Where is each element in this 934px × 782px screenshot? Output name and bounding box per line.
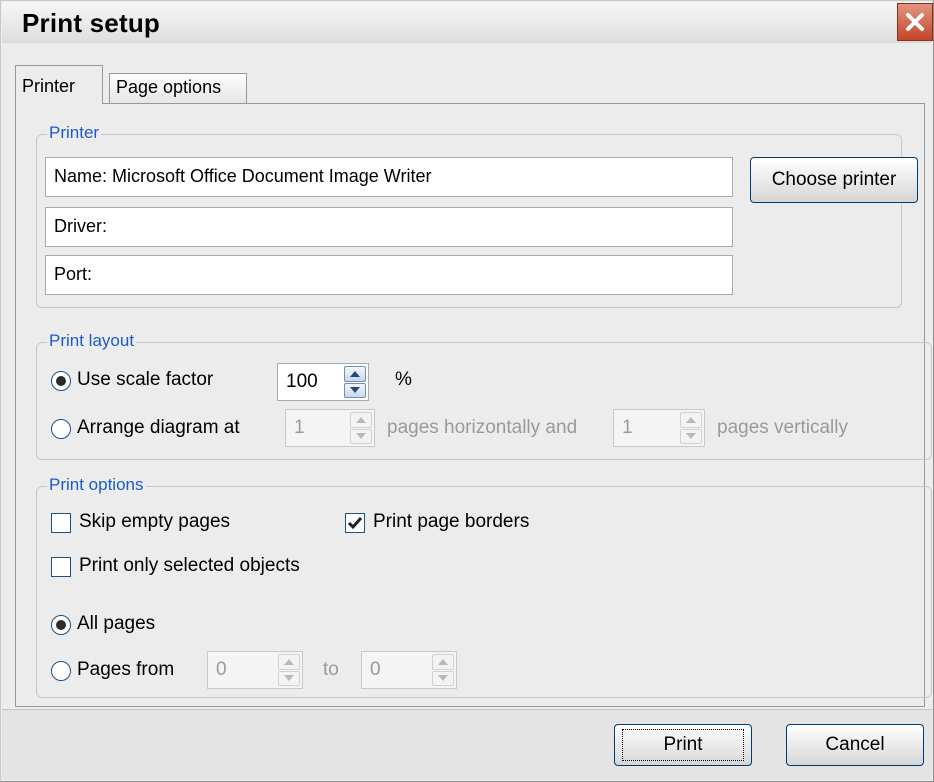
pages-horizontally-label: pages horizontally and bbox=[387, 417, 578, 438]
all-pages-label: All pages bbox=[77, 613, 156, 634]
vertical-pages-arrows bbox=[680, 412, 702, 444]
close-button[interactable] bbox=[897, 3, 933, 41]
arrow-down-icon bbox=[438, 675, 448, 682]
radio-selected-dot bbox=[56, 620, 66, 630]
horizontal-pages-value: 1 bbox=[294, 417, 305, 438]
print-options-group: Print options Skip empty pages Print pag… bbox=[36, 475, 932, 698]
arrow-down-icon bbox=[284, 675, 294, 682]
scale-factor-stepper[interactable]: 100 bbox=[277, 363, 369, 401]
pages-to-down-arrow[interactable] bbox=[432, 670, 454, 686]
all-pages-radio[interactable] bbox=[51, 615, 71, 635]
tab-printer[interactable]: Printer bbox=[15, 65, 103, 104]
pages-from-stepper[interactable]: 0 bbox=[207, 651, 303, 689]
print-button-label: Print bbox=[663, 734, 703, 755]
horizontal-down-arrow[interactable] bbox=[350, 428, 372, 444]
scale-factor-label: Use scale factor bbox=[77, 369, 214, 390]
arrow-up-icon bbox=[356, 416, 366, 423]
cancel-button-label: Cancel bbox=[825, 734, 885, 755]
pages-from-radio[interactable] bbox=[51, 661, 71, 681]
choose-printer-button[interactable]: Choose printer bbox=[750, 157, 918, 203]
title-bar[interactable]: Print setup bbox=[2, 2, 933, 43]
print-setup-dialog: Print setup Printer Page options Printer… bbox=[0, 0, 934, 782]
horizontal-pages-arrows bbox=[350, 412, 372, 444]
scale-factor-value: 100 bbox=[286, 371, 318, 392]
vertical-pages-value: 1 bbox=[622, 417, 633, 438]
print-page-borders-label: Print page borders bbox=[373, 511, 530, 532]
cancel-button[interactable]: Cancel bbox=[786, 724, 924, 766]
pages-from-arrows bbox=[278, 654, 300, 686]
scale-down-arrow[interactable] bbox=[344, 382, 366, 398]
arrow-down-icon bbox=[686, 433, 696, 440]
pages-from-value: 0 bbox=[216, 659, 227, 680]
arrow-up-icon bbox=[284, 658, 294, 665]
checkmark-icon bbox=[347, 517, 363, 530]
printer-port-field: Port: bbox=[45, 255, 733, 295]
horizontal-up-arrow[interactable] bbox=[350, 412, 372, 428]
pages-to-up-arrow[interactable] bbox=[432, 654, 454, 670]
print-layout-legend: Print layout bbox=[47, 331, 137, 351]
tab-panel-printer: Printer Name: Microsoft Office Document … bbox=[15, 103, 932, 707]
arrange-diagram-radio[interactable] bbox=[51, 419, 71, 439]
pages-to-label: to bbox=[323, 659, 339, 680]
printer-group: Printer Name: Microsoft Office Document … bbox=[36, 123, 918, 308]
vertical-up-arrow[interactable] bbox=[680, 412, 702, 428]
printer-name-field: Name: Microsoft Office Document Image Wr… bbox=[45, 157, 733, 197]
arrow-down-icon bbox=[350, 387, 360, 394]
close-icon bbox=[906, 13, 924, 31]
scale-up-arrow[interactable] bbox=[344, 366, 366, 382]
radio-selected-dot bbox=[56, 376, 66, 386]
arrow-up-icon bbox=[438, 658, 448, 665]
skip-empty-pages-label: Skip empty pages bbox=[79, 511, 231, 532]
scale-factor-arrows bbox=[344, 366, 366, 398]
print-button-focus: Print bbox=[622, 729, 744, 761]
horizontal-pages-stepper[interactable]: 1 bbox=[285, 409, 375, 447]
pages-to-stepper[interactable]: 0 bbox=[361, 651, 457, 689]
pages-from-label: Pages from bbox=[77, 659, 175, 680]
pages-from-down-arrow[interactable] bbox=[278, 670, 300, 686]
arrange-diagram-label: Arrange diagram at bbox=[77, 417, 240, 438]
arrow-up-icon bbox=[686, 416, 696, 423]
printer-group-legend: Printer bbox=[47, 123, 102, 143]
dialog-title: Print setup bbox=[22, 8, 160, 38]
pages-to-value: 0 bbox=[370, 659, 381, 680]
pages-vertically-label: pages vertically bbox=[717, 417, 848, 438]
pages-to-arrows bbox=[432, 654, 454, 686]
skip-empty-pages-checkbox[interactable] bbox=[51, 513, 71, 533]
tab-printer-label: Printer bbox=[22, 76, 76, 96]
scale-unit-label: % bbox=[395, 369, 412, 390]
print-page-borders-checkbox[interactable] bbox=[345, 513, 365, 533]
print-selected-objects-checkbox[interactable] bbox=[51, 557, 71, 577]
print-selected-objects-label: Print only selected objects bbox=[79, 555, 300, 576]
arrow-down-icon bbox=[356, 433, 366, 440]
vertical-down-arrow[interactable] bbox=[680, 428, 702, 444]
pages-from-up-arrow[interactable] bbox=[278, 654, 300, 670]
printer-driver-field: Driver: bbox=[45, 207, 733, 247]
print-options-legend: Print options bbox=[47, 475, 146, 495]
tab-page-options-label: Page options bbox=[116, 77, 222, 97]
tab-page-options[interactable]: Page options bbox=[109, 73, 247, 103]
choose-printer-label: Choose printer bbox=[771, 169, 897, 190]
arrow-up-icon bbox=[350, 370, 360, 377]
scale-factor-radio[interactable] bbox=[51, 371, 71, 391]
dialog-footer: Print Cancel bbox=[2, 709, 932, 780]
vertical-pages-stepper[interactable]: 1 bbox=[613, 409, 705, 447]
print-layout-group: Print layout Use scale factor 100 % Arra… bbox=[36, 331, 932, 460]
print-button[interactable]: Print bbox=[614, 724, 752, 766]
